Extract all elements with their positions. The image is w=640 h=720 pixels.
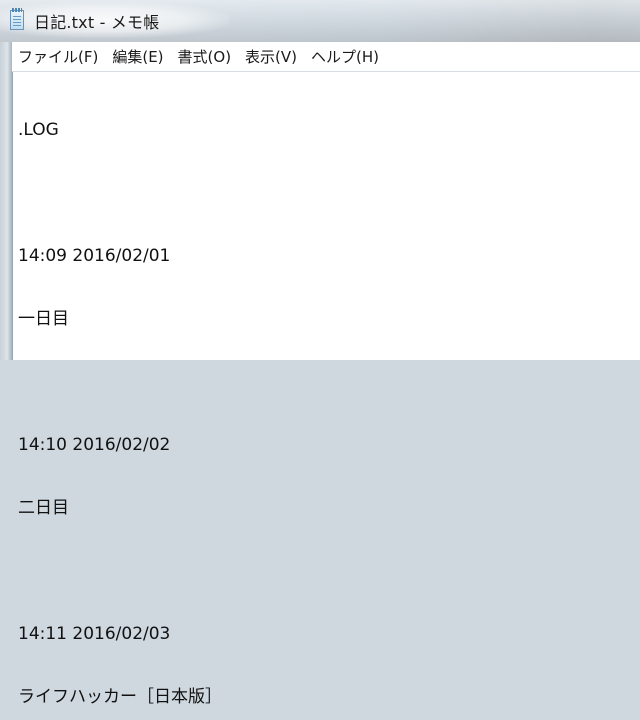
- menu-file[interactable]: ファイル(F): [12, 46, 104, 67]
- menu-view[interactable]: 表示(V): [239, 46, 303, 67]
- notepad-window: 日記.txt - メモ帳 ファイル(F) 編集(E) 書式(O) 表示(V) ヘ…: [0, 0, 640, 707]
- menu-bar: ファイル(F) 編集(E) 書式(O) 表示(V) ヘルプ(H): [12, 42, 640, 72]
- editor-content[interactable]: .LOG 14:09 2016/02/01 一日目 14:10 2016/02/…: [18, 78, 222, 720]
- editor-line: 14:10 2016/02/02: [18, 435, 171, 455]
- notepad-icon[interactable]: [10, 8, 24, 30]
- editor-line: .LOG: [18, 120, 59, 140]
- editor-line: 14:09 2016/02/01: [18, 246, 171, 266]
- editor-line: 14:11 2016/02/03: [18, 624, 171, 644]
- menu-help[interactable]: ヘルプ(H): [305, 46, 385, 67]
- editor-line: 二日目: [18, 498, 69, 518]
- title-bar[interactable]: 日記.txt - メモ帳: [0, 0, 640, 42]
- editor-line: 一日目: [18, 309, 69, 329]
- text-editor[interactable]: .LOG 14:09 2016/02/01 一日目 14:10 2016/02/…: [12, 72, 640, 707]
- window-frame-left: [0, 42, 12, 360]
- editor-line: ライフハッカー［日本版］: [18, 687, 222, 707]
- menu-edit[interactable]: 編集(E): [106, 46, 169, 67]
- window-title: 日記.txt - メモ帳: [34, 13, 160, 32]
- menu-format[interactable]: 書式(O): [172, 46, 238, 67]
